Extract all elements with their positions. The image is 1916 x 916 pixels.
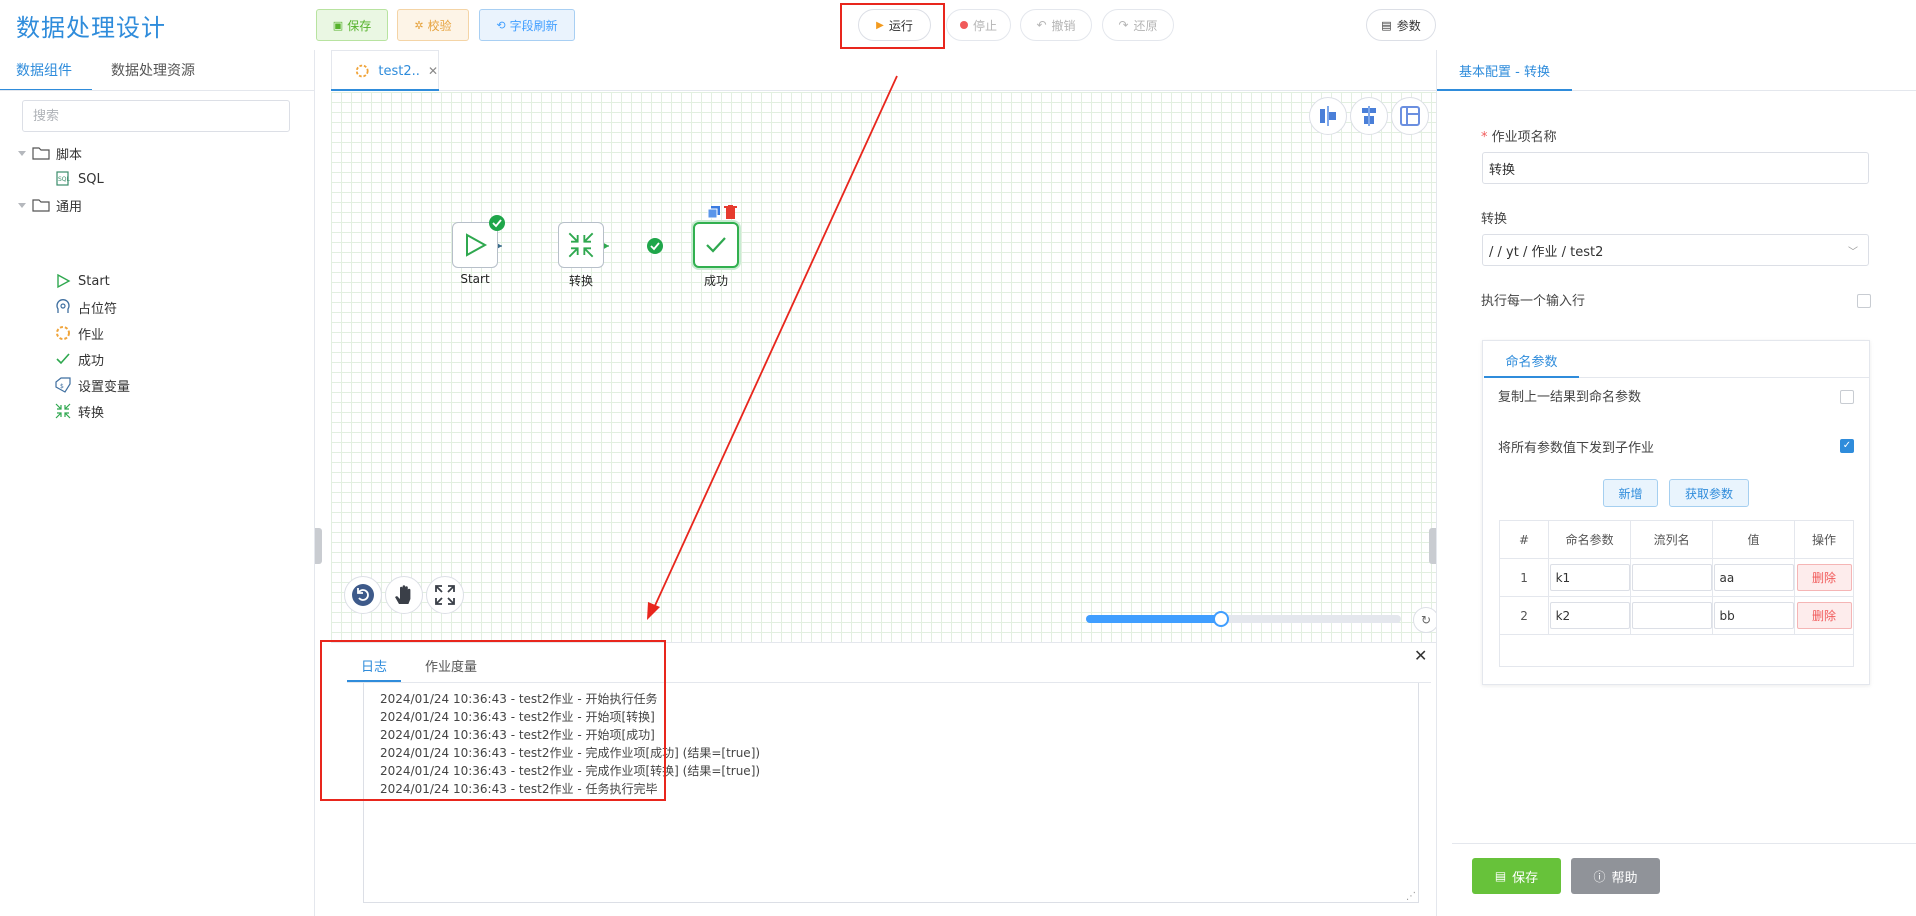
add-param-button[interactable]: 新增 [1603, 479, 1658, 507]
tree-item-set-variable[interactable]: $ 设置变量 [54, 374, 130, 396]
job-spinner-icon [56, 326, 70, 340]
tab-data-components[interactable]: 数据组件 [16, 60, 72, 92]
pass-all-params-checkbox[interactable]: ✓ [1840, 439, 1854, 453]
named-params-tab-divider [1579, 377, 1869, 378]
check-icon [56, 353, 70, 365]
caret-down-icon [18, 202, 26, 208]
tree-item-placeholder[interactable]: 占位符 [54, 296, 117, 318]
row-index: 1 [1498, 558, 1550, 597]
col-header: 流列名 [1630, 520, 1714, 559]
refresh-fields-button[interactable]: ⟲ 字段刷新 [479, 9, 575, 41]
stream-col-input[interactable] [1631, 564, 1712, 591]
exec-each-row-label: 执行每一个输入行 [1481, 294, 1586, 309]
folder-icon [32, 147, 50, 160]
config-tab-underline [1437, 89, 1572, 91]
set-variable-icon: $ [55, 377, 71, 393]
param-value-input[interactable]: aa [1713, 564, 1794, 591]
editor-area: test2.. ✕ Start 转换 成功 ↻ 日志 作业度量 ✕ ⋰ 2024… [315, 50, 1439, 916]
table-row: 2 k2 bb 删除 [1498, 596, 1854, 635]
tree-item-sql[interactable]: SQL SQL [54, 168, 104, 190]
save-config-button[interactable]: ▤ 保存 [1472, 858, 1561, 894]
copy-prev-result-label: 复制上一结果到命名参数 [1498, 390, 1642, 405]
transform-label: 转换 [1481, 212, 1508, 227]
config-tab-divider [1572, 90, 1916, 91]
named-params-tab-underline [1484, 376, 1579, 378]
refresh-icon: ⟲ [496, 18, 506, 32]
stream-col-input[interactable] [1631, 602, 1712, 629]
top-toolbar: 数据处理设计 ▣ 保存 ✲ 校验 ⟲ 字段刷新 ▶ 运行 停止 ↶ 撤销 ↷ 还… [0, 0, 1916, 50]
annotation-arrow [647, 75, 898, 620]
redo-button[interactable]: ↷ 还原 [1102, 9, 1174, 41]
tree-folder-general[interactable]: 通用 [18, 194, 82, 216]
params-icon: ▤ [1381, 18, 1392, 32]
job-name-label: * 作业项名称 [1481, 130, 1557, 145]
transform-select[interactable]: / / yt / 作业 / test2 ﹀ [1482, 234, 1869, 266]
tree-folder-script[interactable]: 脚本 [18, 142, 82, 164]
validate-icon: ✲ [414, 18, 424, 32]
stop-icon [959, 21, 968, 29]
undo-button[interactable]: ↶ 撤销 [1020, 9, 1092, 41]
save-icon: ▣ [332, 18, 344, 32]
table-row: 1 k1 aa 删除 [1498, 558, 1854, 597]
save-toolbar-button[interactable]: ▣ 保存 [316, 9, 388, 41]
checkmark-icon: ✓ [1842, 440, 1852, 451]
table-header-row: # 命名参数 流列名 值 操作 [1498, 520, 1854, 559]
col-header: 值 [1712, 520, 1796, 559]
param-name-input[interactable]: k1 [1549, 564, 1630, 591]
tree-item-start[interactable]: Start [54, 270, 110, 292]
tab-data-resources[interactable]: 数据处理资源 [111, 60, 195, 92]
stop-button[interactable]: 停止 [946, 9, 1011, 41]
get-params-button[interactable]: 获取参数 [1669, 479, 1749, 507]
tab-bar-divider [0, 90, 315, 91]
delete-row-button[interactable]: 删除 [1796, 602, 1852, 629]
right-footer-divider [1452, 843, 1916, 844]
table-empty-row [1499, 634, 1854, 667]
chevron-down-icon: ﹀ [1848, 246, 1858, 258]
tree-item-success[interactable]: 成功 [54, 348, 104, 370]
placeholder-head-icon [56, 299, 70, 313]
param-value-input[interactable]: bb [1713, 602, 1794, 629]
config-tab[interactable]: 基本配置 - 转换 [1437, 50, 1572, 91]
save-icon: ▤ [1494, 869, 1507, 883]
svg-text:SQL: SQL [58, 176, 71, 183]
tree-item-job[interactable]: 作业 [54, 322, 104, 344]
redo-icon: ↷ [1118, 18, 1129, 32]
sql-icon: SQL [56, 171, 71, 186]
validate-button[interactable]: ✲ 校验 [397, 9, 469, 41]
pass-all-params-label: 将所有参数值下发到子作业 [1498, 441, 1655, 456]
app-title: 数据处理设计 [16, 14, 166, 42]
caret-down-icon [18, 150, 26, 156]
left-panel: 数据组件 数据处理资源 脚本 SQL SQL 通用 Start 占位符 作业 成… [0, 50, 315, 916]
transform-icon [55, 403, 71, 419]
copy-prev-result-checkbox[interactable] [1840, 390, 1854, 404]
params-button[interactable]: ▤ 参数 [1366, 9, 1436, 41]
param-name-input[interactable]: k2 [1549, 602, 1630, 629]
svg-text:$: $ [60, 383, 64, 390]
undo-icon: ↶ [1036, 18, 1047, 32]
row-index: 2 [1498, 596, 1550, 635]
required-mark: * [1481, 130, 1488, 145]
run-highlight-box [840, 3, 945, 49]
exec-each-row-checkbox[interactable] [1857, 294, 1871, 308]
named-params-table: # 命名参数 流列名 值 操作 1 k1 aa 删除 2 k2 bb 删除 [1498, 520, 1854, 667]
info-icon: ⓘ [1593, 869, 1606, 884]
folder-icon [32, 199, 50, 212]
col-header: 命名参数 [1548, 520, 1632, 559]
tree-item-transform[interactable]: 转换 [54, 400, 104, 422]
col-header: # [1498, 520, 1550, 559]
delete-row-button[interactable]: 删除 [1796, 564, 1852, 591]
play-icon [57, 273, 71, 289]
help-button[interactable]: ⓘ 帮助 [1571, 858, 1660, 894]
col-header: 操作 [1794, 520, 1854, 559]
component-search-input[interactable] [22, 100, 290, 132]
job-name-input[interactable]: 转换 [1482, 152, 1869, 184]
named-params-tab[interactable]: 命名参数 [1484, 342, 1579, 378]
